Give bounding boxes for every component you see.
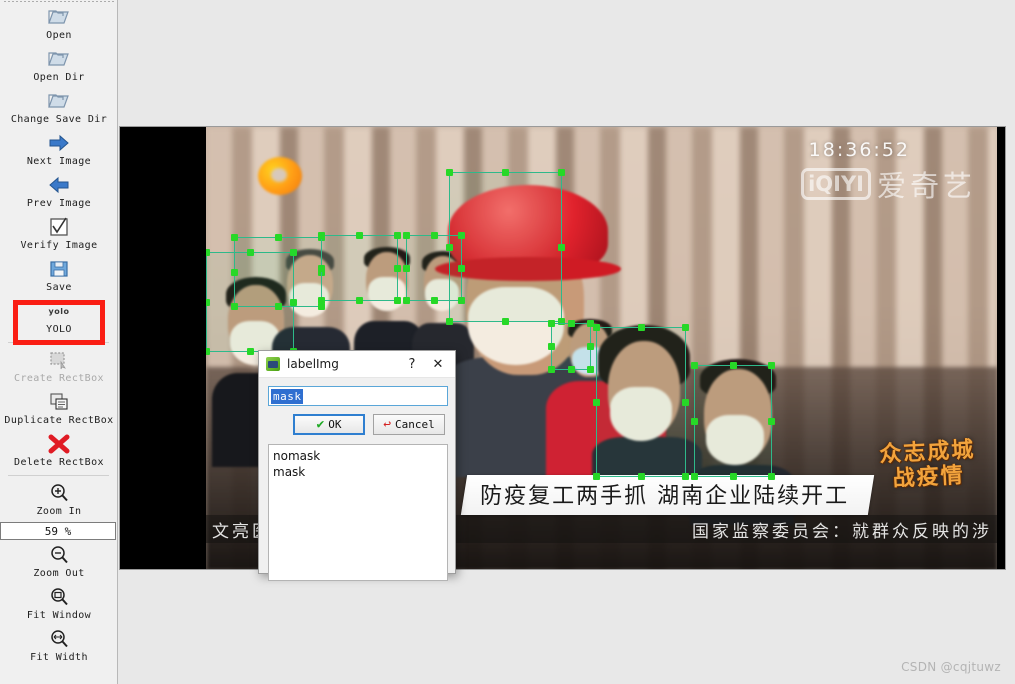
zoom-value-spinbox[interactable]: 59 % [0,522,116,540]
duplicate-rect-icon [46,390,72,414]
arrow-left-icon [46,173,72,197]
toolbar-item-label: Verify Image [20,240,98,251]
toolbar-item-label: Fit Window [26,610,92,621]
image-canvas[interactable]: 18:36:52 iQIYI 爱奇艺 众志成城 战疫情 防疫复工两手抓 湖南企业… [119,126,1006,570]
open-folder-icon [46,47,72,71]
toolbar-item-label: Prev Image [26,198,92,209]
annotation-rect[interactable] [691,362,775,480]
checkbox-checked-icon [46,215,72,239]
toolbar-item-label: Open Dir [33,72,85,83]
fit-window-icon [46,585,72,609]
toolbar-item-label: Zoom In [36,506,82,517]
create-rect-icon [46,348,72,372]
floppy-disk-icon [46,257,72,281]
toolbar-item-label: Open [46,30,72,41]
toolbar-item-zoom-in[interactable]: Zoom In [0,479,118,521]
toolbar-divider-2 [8,475,109,476]
toolbar-item-label: Delete RectBox [14,457,104,468]
annotation-rect[interactable] [548,320,594,373]
toolbar-item-label: Zoom Out [33,568,85,579]
toolbar-item-fit-width[interactable]: Fit Width [0,625,118,667]
toolbar-item-verify-image[interactable]: Verify Image [0,213,118,255]
help-button[interactable]: ? [399,353,425,375]
toolbar-item-yolo[interactable]: yolo YOLO [0,297,118,339]
left-toolbar: Open Open Dir Change Save Dir Next Image [0,0,118,684]
cancel-button[interactable]: ↩ Cancel [373,414,445,435]
video-headline-text: 防疫复工两手抓 湖南企业陆续开工 [480,484,850,509]
letterbox-left [120,127,206,569]
toolbar-item-label: Save [46,282,72,293]
magnifier-plus-icon [46,481,72,505]
fit-width-icon [46,627,72,651]
orange-logo-icon [258,157,302,195]
check-icon: ✔ [316,417,325,432]
toolbar-item-save[interactable]: Save [0,255,118,297]
toolbar-item-label: Create RectBox [14,373,104,384]
dialog-actions: ✔ OK ↩ Cancel [268,414,446,435]
list-item[interactable]: nomask [273,448,447,464]
annotation-rect[interactable] [318,232,401,304]
magnifier-minus-icon [46,543,72,567]
zoom-value-text: 59 % [44,524,72,538]
toolbar-item-open-dir[interactable]: Open Dir [0,45,118,87]
close-icon[interactable]: ✕ [425,353,451,375]
toolbar-item-open[interactable]: Open [0,3,118,45]
cancel-button-label: Cancel [395,418,435,431]
annotation-rect[interactable] [231,234,325,310]
undo-arrow-icon: ↩ [383,417,392,432]
toolbar-item-label: Duplicate RectBox [4,415,114,426]
toolbar-item-change-save-dir[interactable]: Change Save Dir [0,87,118,129]
toolbar-item-create-rectbox[interactable]: Create RectBox [0,346,118,388]
toolbar-item-prev-image[interactable]: Prev Image [0,171,118,213]
slogan-line-2: 战疫情 [891,461,966,492]
list-item[interactable]: mask [273,464,447,480]
toolbar-divider-1 [8,342,109,343]
yolo-icon: yolo [48,306,70,316]
ticker-right-text: 国家监察委员会：就群众反映的涉 [692,521,992,542]
toolbar-item-fit-window[interactable]: Fit Window [0,583,118,625]
toolbar-item-label: Next Image [26,156,92,167]
toolbar-item-duplicate-rectbox[interactable]: Duplicate RectBox [0,388,118,430]
dialog-titlebar: labelImg ? ✕ [259,351,455,378]
dialog-title-text: labelImg [287,357,339,371]
annotation-rect[interactable] [593,324,689,480]
video-headline: 防疫复工两手抓 湖南企业陆续开工 [460,475,875,515]
csdn-watermark: CSDN @cqjtuwz [901,660,1001,674]
toolbar-item-label: Fit Width [30,652,88,663]
red-cross-icon [46,432,72,456]
toolbar-item-zoom-out[interactable]: Zoom Out [0,541,118,583]
labelimg-app-icon [266,357,280,371]
ok-button-label: OK [328,418,342,431]
iqiyi-watermark: iQIYI 爱奇艺 [801,163,976,205]
dialog-body: mask ✔ OK ↩ Cancel nomask mask [259,378,455,590]
toolbar-item-label: YOLO [46,324,72,335]
label-suggestion-list[interactable]: nomask mask [268,444,448,581]
toolbar-item-delete-rectbox[interactable]: Delete RectBox [0,430,118,472]
label-input[interactable]: mask [268,386,448,406]
toolbar-item-label: Change Save Dir [10,114,108,125]
open-folder-icon [46,89,72,113]
ok-button[interactable]: ✔ OK [293,414,365,435]
open-folder-icon [46,5,72,29]
iqiyi-chinese-text: 爱奇艺 [876,169,976,203]
letterbox-right [997,127,1005,569]
arrow-right-icon [46,131,72,155]
label-input-value: mask [271,388,303,404]
labelimg-window: Open Open Dir Change Save Dir Next Image [0,0,1015,684]
toolbar-item-next-image[interactable]: Next Image [0,129,118,171]
annotation-rect[interactable] [446,169,565,325]
label-dialog: labelImg ? ✕ mask ✔ OK ↩ Cancel nomask m… [258,350,456,581]
video-slogan: 众志成城 战疫情 [879,436,977,492]
iqiyi-logo-icon: iQIYI [801,168,871,200]
video-timestamp: 18:36:52 [808,139,910,161]
